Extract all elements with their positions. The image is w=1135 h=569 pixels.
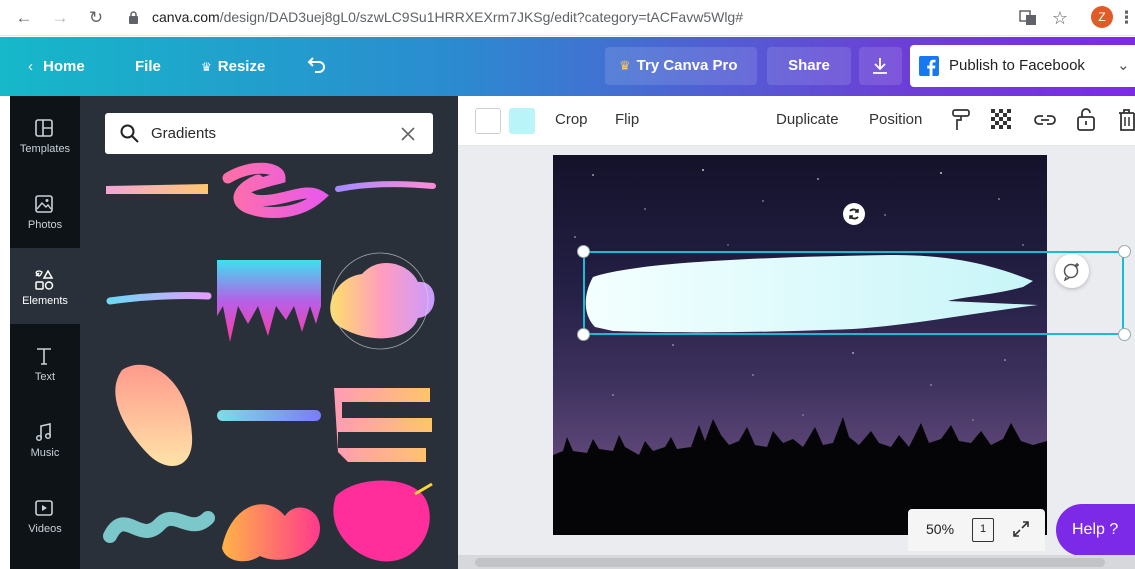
url-host: canva.com (152, 9, 220, 25)
side-nav-rail: Templates Photos Elements Text Music Vid… (10, 96, 80, 569)
color-swatch-white[interactable] (475, 108, 501, 134)
chevron-left-icon: ‹ (28, 58, 33, 75)
download-icon (873, 58, 887, 74)
paint-roller-icon[interactable] (952, 109, 970, 131)
crop-button[interactable]: Crop (555, 111, 588, 128)
address-bar[interactable]: canva.com/design/DAD3uej8gL0/szwLC9Su1HR… (152, 9, 743, 25)
resize-handle-bottom-right[interactable] (1118, 328, 1131, 341)
help-button[interactable]: Help ? (1056, 504, 1135, 556)
gradient-elements-grid (103, 162, 436, 562)
download-button[interactable] (859, 47, 902, 85)
fullscreen-icon[interactable] (1012, 520, 1030, 538)
zoom-level[interactable]: 50% (926, 521, 954, 537)
undo-icon[interactable] (307, 56, 327, 74)
search-field[interactable]: Gradients (105, 113, 433, 154)
zoom-controls: 50% 1 (908, 509, 1045, 551)
oval-blob-element[interactable] (115, 364, 193, 467)
striped-blob-element[interactable] (222, 504, 320, 562)
accent-line (414, 482, 433, 496)
crown-icon: ♛ (619, 58, 631, 73)
bookmark-star-icon[interactable]: ☆ (1048, 6, 1072, 30)
home-label: Home (43, 58, 85, 75)
wave-element[interactable] (103, 511, 215, 543)
chevron-down-icon[interactable]: ⌄ (1117, 45, 1130, 87)
elements-panel: Gradients (80, 96, 458, 569)
gradient-bar-element[interactable] (217, 410, 321, 421)
elements-icon (35, 270, 54, 290)
selection-box[interactable] (583, 251, 1124, 335)
search-input[interactable]: Gradients (151, 125, 216, 142)
forward-arrow-icon[interactable]: → (48, 6, 72, 30)
rail-item-elements[interactable]: Elements (10, 248, 80, 324)
photos-icon (35, 195, 53, 213)
rail-label: Templates (19, 143, 71, 155)
brush-stroke-element[interactable] (106, 184, 208, 194)
design-page[interactable] (553, 155, 1047, 535)
squiggle-element[interactable] (222, 162, 329, 218)
resize-handle-top-right[interactable] (1118, 245, 1131, 258)
rail-item-templates[interactable]: Templates (10, 96, 80, 172)
rail-label: Elements (22, 295, 68, 307)
rail-item-photos[interactable]: Photos (10, 172, 80, 248)
horizontal-scrollbar-thumb[interactable] (475, 558, 1105, 567)
line-stroke-element[interactable] (335, 181, 436, 192)
clear-search-icon[interactable] (401, 127, 415, 141)
translate-icon[interactable] (1019, 10, 1037, 26)
try-canva-pro-button[interactable]: ♛ Try Canva Pro (605, 47, 757, 85)
rail-label: Photos (27, 219, 63, 231)
resize-label: Resize (217, 58, 266, 75)
rail-label: Music (30, 447, 60, 459)
publish-label: Publish to Facebook (949, 57, 1085, 74)
videos-icon (35, 500, 53, 516)
resize-handle-top-left[interactable] (577, 245, 590, 258)
templates-icon (35, 119, 53, 137)
file-menu-button[interactable]: File (135, 37, 161, 96)
rail-label: Videos (28, 523, 62, 535)
dripping-gradient-element[interactable] (217, 260, 321, 342)
publish-to-facebook-button[interactable]: Publish to Facebook ⌄ (910, 45, 1135, 87)
editor-header: ‹ Home File ♛ Resize ♛ Try Canva Pro Share … (0, 37, 1135, 96)
lock-icon (129, 11, 138, 24)
color-swatch-cyan[interactable] (509, 108, 535, 134)
profile-avatar[interactable]: Z (1091, 6, 1113, 28)
thin-stroke-element[interactable] (106, 292, 212, 305)
position-button[interactable]: Position (869, 111, 922, 128)
page-count-button[interactable]: 1 (972, 518, 994, 542)
resize-handle-bottom-left[interactable] (577, 328, 590, 341)
rail-item-videos[interactable]: Videos (10, 476, 80, 552)
facebook-icon (919, 56, 939, 76)
search-icon (120, 124, 139, 143)
lock-open-icon[interactable] (1077, 107, 1095, 131)
flip-button[interactable]: Flip (615, 111, 639, 128)
rail-label: Text (34, 371, 56, 383)
rotate-icon (844, 204, 864, 224)
link-icon[interactable] (1033, 111, 1057, 129)
rail-item-text[interactable]: Text (10, 324, 80, 400)
page-count: 1 (979, 523, 987, 535)
browser-menu-icon[interactable]: ⋮ (1118, 6, 1135, 30)
comment-icon (1063, 263, 1079, 281)
text-icon (37, 348, 51, 365)
transparency-icon[interactable] (991, 109, 1013, 131)
rotate-handle[interactable] (843, 203, 865, 225)
trash-icon[interactable] (1118, 108, 1135, 131)
object-toolbar: Crop Flip Duplicate Position (458, 96, 1135, 146)
reload-icon[interactable]: ↻ (84, 6, 108, 30)
night-sky-photo (553, 169, 1047, 535)
rail-item-music[interactable]: Music (10, 400, 80, 476)
back-arrow-icon[interactable]: ← (12, 6, 36, 30)
home-button[interactable]: ‹ Home (28, 37, 85, 96)
browser-toolbar: ← → ↻ canva.com/design/DAD3uej8gL0/szwLC… (0, 0, 1135, 36)
blob-element[interactable] (330, 262, 435, 339)
resize-button[interactable]: ♛ Resize (201, 37, 265, 96)
duplicate-button[interactable]: Duplicate (776, 111, 839, 128)
try-pro-label: Try Canva Pro (636, 57, 738, 74)
url-path: /design/DAD3uej8gL0/szwLC9Su1HRRXEXrm7JK… (219, 9, 744, 25)
share-button[interactable]: Share (767, 47, 851, 85)
paint-strokes-element[interactable] (334, 388, 432, 462)
music-icon (35, 423, 52, 442)
crown-icon: ♛ (201, 60, 212, 74)
add-comment-button[interactable] (1055, 254, 1089, 288)
